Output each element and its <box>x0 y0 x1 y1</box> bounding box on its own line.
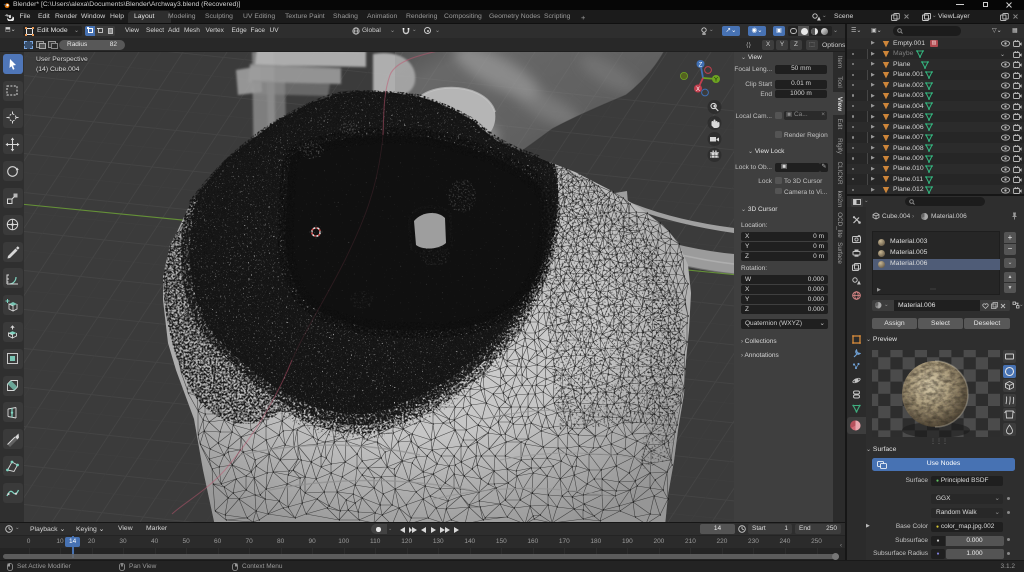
svg-text:X: X <box>696 87 700 93</box>
